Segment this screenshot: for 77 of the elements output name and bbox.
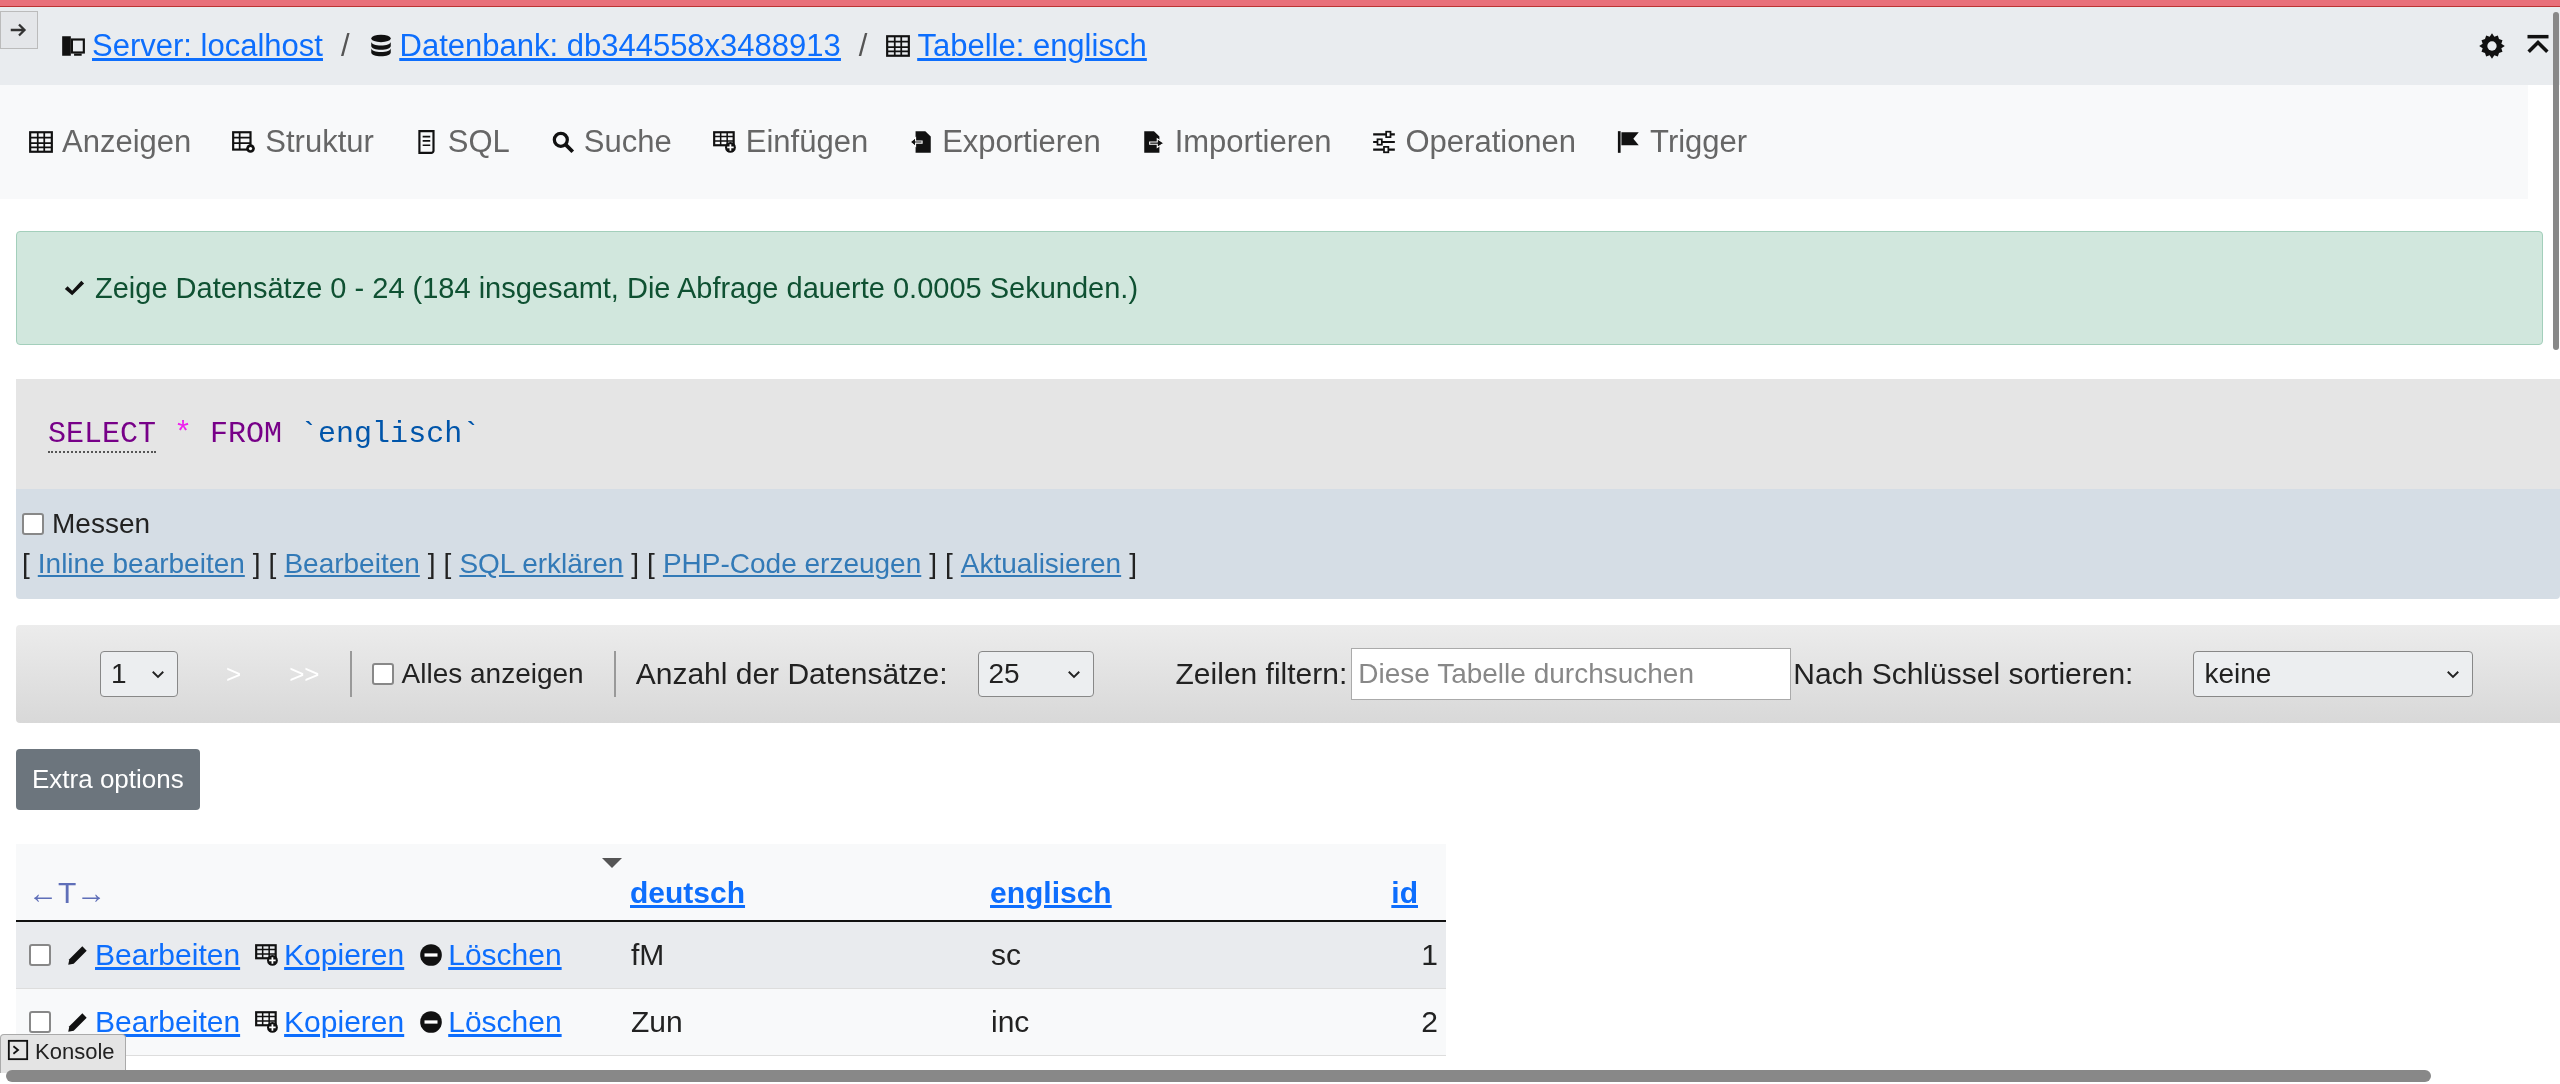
navigation-toggle-button[interactable] xyxy=(0,11,38,49)
row-action-link[interactable]: Löschen xyxy=(418,938,562,972)
vertical-scrollbar[interactable] xyxy=(2553,12,2559,350)
table-cell: 2 xyxy=(1421,1005,1438,1038)
checkbox-label: Messen xyxy=(52,508,151,540)
tab[interactable]: Suche xyxy=(549,116,672,168)
field-label: Anzahl der Datensätze: xyxy=(635,657,948,691)
bracket: ] xyxy=(929,548,938,580)
message-text: Zeige Datensätze 0 - 24 (184 insgesamt, Die Abfrage dauerte 0.0005 Sekunden.) xyxy=(95,271,1139,305)
rows-select[interactable]: 25 xyxy=(977,651,1094,697)
extra-options-button[interactable]: Extra options xyxy=(16,749,200,810)
field-label: Zeilen filtern: xyxy=(1175,657,1348,691)
table-cell: sc xyxy=(991,938,1021,971)
checkbox[interactable] xyxy=(29,944,51,966)
breadcrumb-link[interactable]: Server: localhost xyxy=(60,28,323,64)
link[interactable]: SQL erklären xyxy=(459,548,624,580)
table-gear-icon xyxy=(231,129,258,155)
row-action-link[interactable]: Kopieren xyxy=(254,1005,405,1039)
link[interactable]: Bearbeiten xyxy=(284,548,420,580)
column-header-link[interactable]: id xyxy=(1391,876,1418,909)
row-action-link[interactable]: Löschen xyxy=(418,1005,562,1039)
table-plus-icon xyxy=(254,942,281,968)
table-plus-icon xyxy=(254,1009,281,1035)
checkbox[interactable] xyxy=(371,663,394,685)
table-cell: 1 xyxy=(1421,938,1438,971)
breadcrumb-link[interactable]: Datenbank: db344558x3488913 xyxy=(367,28,841,64)
search-field[interactable]: Diese Tabelle durchsuchen xyxy=(1351,648,1792,700)
bracket: [ xyxy=(647,548,655,580)
page-select[interactable]: 1 xyxy=(100,651,178,697)
server-icon xyxy=(60,33,86,59)
minus-circle-icon xyxy=(418,1009,445,1035)
bracket: [ xyxy=(945,548,953,580)
row-action-link[interactable]: Bearbeiten xyxy=(65,938,241,972)
table-icon xyxy=(28,129,54,155)
minus-circle-icon xyxy=(418,942,445,968)
terminal-icon xyxy=(7,1039,29,1061)
breadcrumb-separator: / xyxy=(858,28,868,64)
bracket: ] xyxy=(427,548,436,580)
tab[interactable]: Anzeigen xyxy=(28,116,192,168)
settings-icon xyxy=(2478,32,2506,60)
row-action-link[interactable]: Kopieren xyxy=(254,938,405,972)
bracket: ] xyxy=(252,548,261,580)
sort-select[interactable]: keine xyxy=(2193,651,2474,697)
column-header-link[interactable]: englisch xyxy=(990,876,1112,909)
column-toggle[interactable]: ←T→ xyxy=(16,876,107,909)
table-cell: inc xyxy=(991,1005,1030,1038)
tab[interactable]: Exportieren xyxy=(908,116,1101,168)
bracket: [ xyxy=(22,548,30,580)
link[interactable]: Inline bearbeiten xyxy=(37,548,245,580)
tab[interactable]: Importieren xyxy=(1140,116,1332,168)
checkbox[interactable] xyxy=(22,513,44,535)
tab[interactable]: Einfügen xyxy=(711,116,869,168)
tab[interactable]: SQL xyxy=(413,116,510,168)
table-icon xyxy=(885,33,912,59)
horizontal-scrollbar[interactable] xyxy=(6,1070,2431,1082)
table-plus-icon xyxy=(711,129,738,155)
bracket: ] xyxy=(631,548,640,580)
bracket: [ xyxy=(268,548,277,580)
sql-query: SELECT * FROM `englisch` xyxy=(48,417,481,451)
table-cell: fM xyxy=(631,938,665,971)
breadcrumb-separator: / xyxy=(340,28,350,64)
bracket: [ xyxy=(443,548,452,580)
tab[interactable]: Trigger xyxy=(1616,116,1748,168)
table-cell: Zun xyxy=(631,1005,683,1038)
sliders-icon xyxy=(1371,129,1398,155)
field-label: Nach Schlüssel sortieren: xyxy=(1793,657,2134,691)
bracket: ] xyxy=(1129,548,1137,580)
settings-button[interactable] xyxy=(2478,32,2506,60)
checkbox[interactable] xyxy=(29,1011,51,1033)
tab[interactable]: Operationen xyxy=(1371,116,1577,168)
column-header-link[interactable]: deutsch xyxy=(630,876,746,909)
tab[interactable]: Struktur xyxy=(231,116,374,168)
breadcrumb-link[interactable]: Tabelle: englisch xyxy=(885,28,1147,64)
link[interactable]: PHP-Code erzeugen xyxy=(662,548,922,580)
checkbox-label: Alles anzeigen xyxy=(401,658,584,690)
link[interactable]: Aktualisieren xyxy=(960,548,1122,580)
console-tab[interactable]: Konsole xyxy=(0,1034,126,1073)
